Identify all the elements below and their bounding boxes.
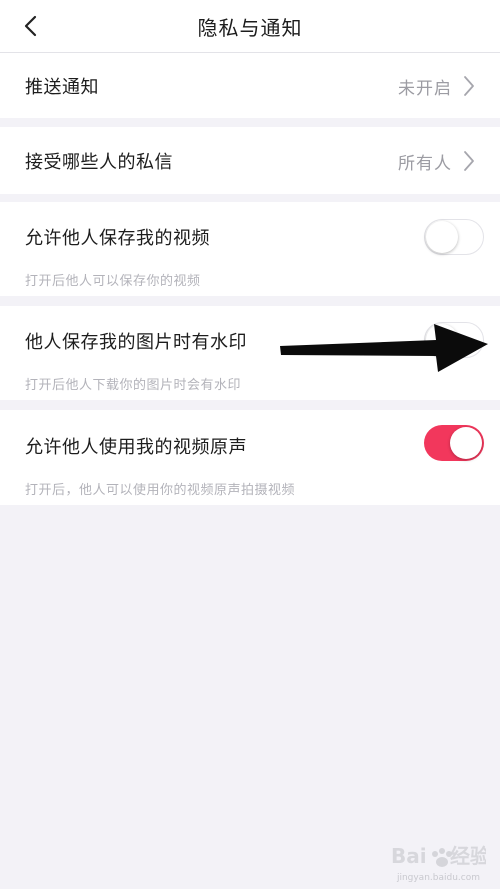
image-watermark-description: 打开后他人下载你的图片时会有水印	[25, 378, 242, 393]
private-messages-value: 所有人	[398, 154, 452, 174]
private-messages-label: 接受哪些人的私信	[25, 152, 173, 173]
image-watermark-label: 他人保存我的图片时有水印	[25, 332, 247, 353]
toggle-knob	[450, 427, 482, 459]
row-original-sound: 允许他人使用我的视频原声 打开后，他人可以使用你的视频原声拍摄视频	[0, 410, 500, 505]
nav-header: 隐私与通知	[0, 0, 500, 53]
push-notification-value: 未开启	[398, 79, 452, 99]
row-private-messages[interactable]: 接受哪些人的私信 所有人	[0, 127, 500, 194]
watermark-url: jingyan.baidu.com	[396, 873, 480, 883]
original-sound-description: 打开后，他人可以使用你的视频原声拍摄视频	[25, 483, 296, 498]
toggle-knob	[426, 220, 458, 253]
row-save-video: 允许他人保存我的视频 打开后他人可以保存你的视频	[0, 202, 500, 296]
chevron-right-icon	[464, 151, 474, 171]
arrow-right-icon	[280, 324, 488, 372]
original-sound-toggle[interactable]	[424, 425, 484, 461]
save-video-toggle[interactable]	[424, 219, 484, 255]
page-title: 隐私与通知	[197, 16, 303, 40]
svg-text:经验: 经验	[450, 844, 486, 868]
svg-text:Bai: Bai	[391, 844, 427, 868]
push-notification-label: 推送通知	[25, 77, 99, 98]
row-push-notification[interactable]: 推送通知 未开启	[0, 53, 500, 118]
save-video-description: 打开后他人可以保存你的视频	[25, 274, 201, 289]
chevron-right-icon	[464, 76, 474, 96]
save-video-label: 允许他人保存我的视频	[25, 228, 210, 249]
original-sound-label: 允许他人使用我的视频原声	[25, 437, 247, 458]
